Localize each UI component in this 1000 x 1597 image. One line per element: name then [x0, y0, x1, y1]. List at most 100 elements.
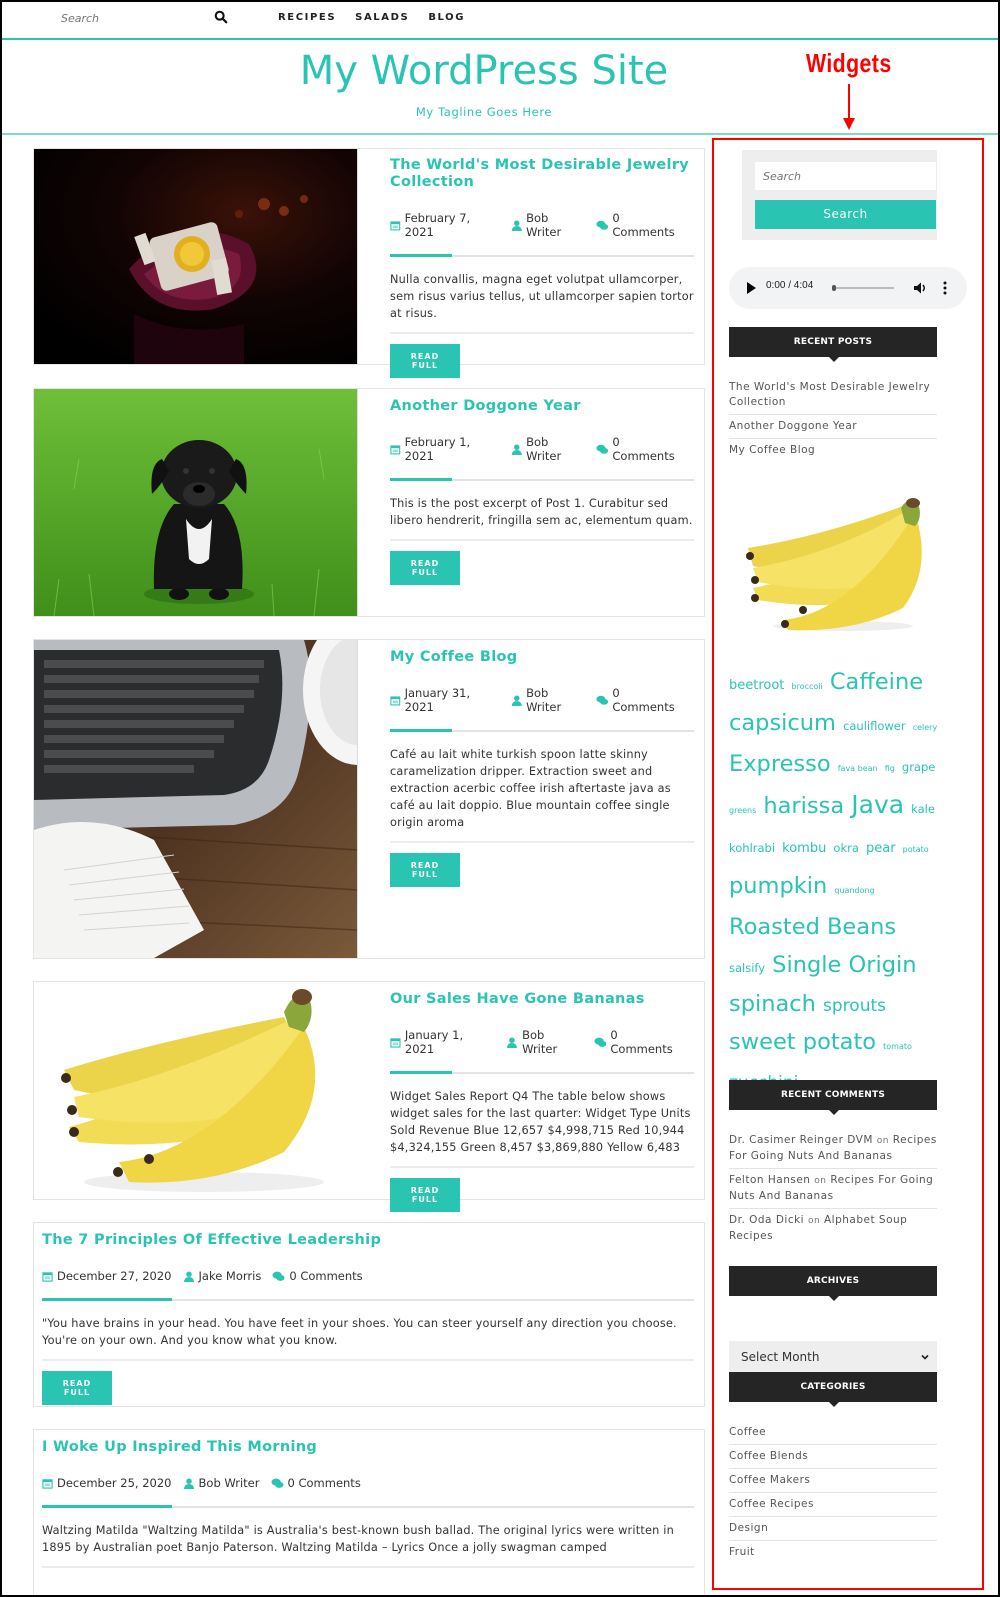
search-icon[interactable] — [214, 10, 228, 24]
post-comments[interactable]: 0 Comments — [289, 1269, 362, 1283]
archives-month-select[interactable]: Select Month — [729, 1341, 937, 1373]
read-full-button[interactable]: READ FULL — [390, 344, 460, 378]
post-comments[interactable]: 0 Comments — [610, 1028, 683, 1056]
post-author[interactable]: Jake Morris — [199, 1269, 262, 1283]
recent-post-link[interactable]: Another Doggone Year — [729, 415, 937, 439]
tag-link[interactable]: kohlrabi — [729, 841, 775, 855]
tag-link[interactable]: celery — [913, 723, 938, 732]
tag-link[interactable]: spinach — [729, 991, 816, 1017]
tag-link[interactable]: capsicum — [729, 710, 836, 736]
comment-author-link[interactable]: Felton Hansen — [729, 1174, 810, 1186]
tag-link[interactable]: Java — [851, 790, 904, 819]
category-link[interactable]: Coffee Blends — [729, 1445, 937, 1469]
more-options-icon[interactable] — [943, 281, 947, 295]
category-link[interactable]: Coffee Makers — [729, 1469, 937, 1493]
tag-link[interactable]: harissa — [763, 793, 844, 819]
tag-link[interactable]: pumpkin — [729, 873, 827, 899]
tag-link[interactable]: quandong — [834, 886, 874, 895]
post-card: Another Doggone Year February 1, 2021 Bo… — [33, 388, 705, 617]
post-author[interactable]: Bob Writer — [526, 435, 585, 463]
menu-item-recipes[interactable]: RECIPES — [278, 12, 336, 23]
post-thumbnail-bananas[interactable] — [34, 982, 358, 1199]
volume-icon[interactable] — [913, 281, 927, 295]
audio-seek-bar[interactable] — [832, 287, 894, 289]
user-icon — [183, 1270, 194, 1282]
read-full-button[interactable]: READ FULL — [390, 853, 460, 887]
comment-on-label: on — [876, 1136, 889, 1146]
post-title[interactable]: The World's Most Desirable Jewelry Colle… — [390, 157, 694, 191]
post-thumbnail-coffee[interactable] — [34, 640, 358, 958]
comments-icon — [596, 695, 608, 705]
post-comments[interactable]: 0 Comments — [612, 686, 683, 714]
recent-posts-list: The World's Most Desirable Jewelry Colle… — [729, 376, 937, 462]
comment-author-link[interactable]: Dr. Oda Dicki — [729, 1214, 804, 1226]
post-separator — [390, 1071, 694, 1074]
category-link[interactable]: Coffee — [729, 1421, 937, 1445]
play-icon[interactable] — [747, 282, 756, 294]
bananas-image — [34, 982, 358, 1199]
post-author[interactable]: Bob Writer — [526, 211, 585, 239]
tag-link[interactable]: beetroot — [729, 678, 784, 693]
tag-link[interactable]: Expresso — [729, 751, 831, 777]
chevron-down-icon — [921, 1354, 929, 1360]
post-separator — [390, 478, 694, 481]
sidebar-search-input[interactable] — [755, 162, 936, 190]
post-date[interactable]: December 25, 2020 — [57, 1476, 172, 1490]
post-thumbnail-jewelry[interactable] — [34, 149, 358, 364]
sidebar-search-button[interactable]: Search — [755, 200, 936, 229]
post-comments[interactable]: 0 Comments — [612, 435, 683, 463]
recent-post-link[interactable]: The World's Most Desirable Jewelry Colle… — [729, 376, 937, 415]
post-author[interactable]: Bob Writer — [522, 1028, 582, 1056]
category-link[interactable]: Coffee Recipes — [729, 1493, 937, 1517]
post-body: The World's Most Desirable Jewelry Colle… — [390, 157, 694, 378]
post-title[interactable]: Another Doggone Year — [390, 398, 694, 415]
post-meta: December 27, 2020 Jake Morris 0 Comments — [42, 1269, 694, 1283]
tag-link[interactable]: okra — [833, 841, 858, 855]
tag-link[interactable]: greens — [729, 806, 756, 815]
tag-link[interactable]: pear — [866, 841, 896, 856]
post-comments[interactable]: 0 Comments — [288, 1476, 361, 1490]
tag-link[interactable]: potato — [903, 845, 929, 854]
menu-item-salads[interactable]: SALADS — [355, 12, 409, 23]
tag-link[interactable]: Single Origin — [772, 952, 916, 978]
tag-link[interactable]: grape — [902, 760, 935, 774]
comment-on-label: on — [814, 1176, 827, 1186]
post-date[interactable]: January 1, 2021 — [405, 1028, 495, 1056]
tag-link[interactable]: fava bean — [838, 764, 878, 773]
recent-post-link[interactable]: My Coffee Blog — [729, 439, 937, 462]
tag-link[interactable]: kombu — [782, 841, 826, 856]
category-link[interactable]: Design — [729, 1517, 937, 1541]
tag-link[interactable]: broccoli — [792, 682, 823, 691]
archives-selected-value: Select Month — [741, 1350, 820, 1364]
tag-link[interactable]: salsify — [729, 961, 765, 975]
menu-item-blog[interactable]: BLOG — [428, 12, 465, 23]
post-author[interactable]: Bob Writer — [526, 686, 585, 714]
post-author[interactable]: Bob Writer — [199, 1476, 260, 1490]
read-full-button[interactable]: READ FULL — [390, 1178, 460, 1212]
tag-link[interactable]: Caffeine — [830, 669, 923, 695]
main-menu: RECIPES SALADS BLOG — [278, 12, 465, 23]
top-search-input[interactable]: Search — [61, 12, 99, 25]
post-thumbnail-dog[interactable] — [34, 389, 358, 616]
comment-author-link[interactable]: Dr. Casimer Reinger DVM — [729, 1134, 873, 1146]
post-date[interactable]: January 31, 2021 — [405, 686, 500, 714]
tag-link[interactable]: tomato — [883, 1042, 912, 1051]
tag-link[interactable]: sprouts — [823, 996, 886, 1016]
category-link[interactable]: Fruit — [729, 1541, 937, 1564]
tag-link[interactable]: cauliflower — [843, 719, 906, 733]
post-comments[interactable]: 0 Comments — [612, 211, 683, 239]
post-title[interactable]: I Woke Up Inspired This Morning — [42, 1439, 694, 1456]
post-date[interactable]: February 1, 2021 — [405, 435, 500, 463]
post-title[interactable]: Our Sales Have Gone Bananas — [390, 991, 694, 1008]
audio-seek-handle[interactable] — [832, 285, 836, 291]
read-full-button[interactable]: READ FULL — [390, 551, 460, 585]
post-date[interactable]: December 27, 2020 — [57, 1269, 172, 1283]
post-title[interactable]: The 7 Principles Of Effective Leadership — [42, 1232, 694, 1249]
post-title[interactable]: My Coffee Blog — [390, 649, 694, 666]
post-date[interactable]: February 7, 2021 — [405, 211, 500, 239]
read-full-button[interactable]: READ FULL — [42, 1371, 112, 1405]
tag-link[interactable]: sweet potato — [729, 1029, 876, 1055]
tag-link[interactable]: fig — [885, 764, 895, 773]
tag-link[interactable]: kale — [911, 802, 935, 816]
tag-link[interactable]: Roasted Beans — [729, 914, 896, 940]
